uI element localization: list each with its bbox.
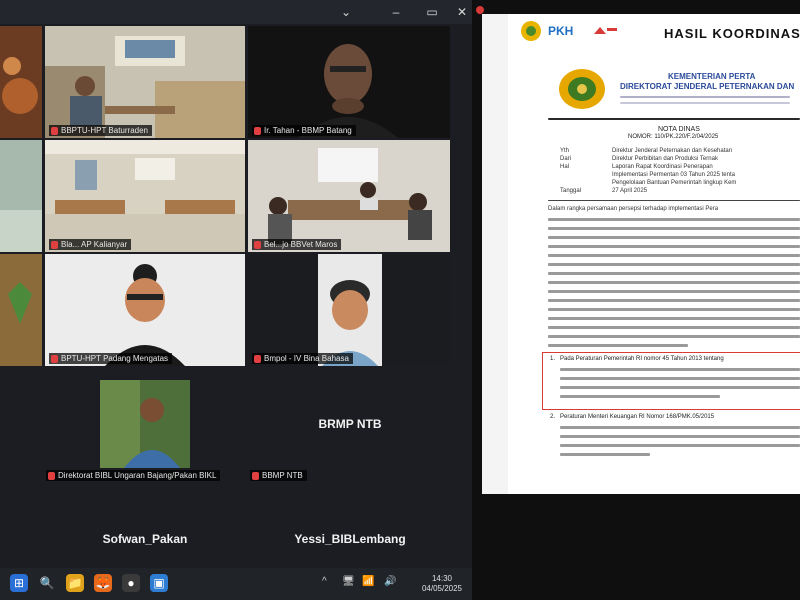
- nota-number: NOMOR: 110/PK.220/F.2/04/2025: [628, 134, 719, 140]
- ministry-logo-icon: [521, 21, 541, 41]
- video-tile-partial: [0, 26, 42, 138]
- mic-muted-icon: [51, 354, 58, 363]
- video-tile[interactable]: BBPTU-HPT Baturraden: [45, 26, 245, 138]
- pkh-logo: PKH: [548, 24, 574, 38]
- participant-label: BBPTU-HPT Baturraden: [49, 125, 152, 136]
- classroom-image: [45, 140, 245, 252]
- room-image: [0, 140, 42, 252]
- mic-muted-icon: [51, 126, 58, 135]
- participant-label: Bla... AP Kalianyar: [49, 239, 132, 250]
- volume-icon[interactable]: 🔊: [384, 576, 396, 587]
- directorate-seal-icon: [559, 69, 605, 109]
- nota-title: NOTA DINAS: [658, 126, 700, 133]
- avatar-image: [45, 254, 245, 366]
- video-tile-partial: [0, 140, 42, 252]
- field-value: Implementasi Permentan 03 Tahun 2025 ten…: [612, 172, 735, 178]
- tray-chevron-icon[interactable]: ^: [322, 576, 327, 587]
- field-value: Direktur Perbibitan dan Produksi Ternak: [612, 156, 718, 162]
- mic-muted-icon: [254, 126, 261, 135]
- display-icon[interactable]: 🖥: [342, 576, 355, 587]
- folder-icon[interactable]: 📁: [66, 574, 84, 592]
- field-key: Yth: [560, 148, 570, 154]
- chevron-down-icon[interactable]: ⌄: [338, 4, 354, 20]
- maximize-icon[interactable]: ▭: [424, 4, 440, 20]
- participant-name: Yessi_BIBLembang: [294, 532, 406, 546]
- directorate-name: DIREKTORAT JENDERAL PETERNAKAN DAN: [620, 82, 795, 91]
- list-item-text: Pada Peraturan Pemerintah RI nomor 45 Ta…: [560, 356, 724, 362]
- mic-muted-icon: [51, 240, 58, 249]
- chrome-icon[interactable]: ●: [122, 574, 140, 592]
- participant-name: BRMP NTB: [318, 417, 382, 431]
- mic-muted-icon: [48, 471, 55, 480]
- document-header-title: HASIL KOORDINAS: [664, 26, 800, 41]
- event-logo-icon: [592, 24, 618, 38]
- zoom-icon[interactable]: ▣: [150, 574, 168, 592]
- list-number: 2.: [550, 414, 556, 420]
- start-icon[interactable]: ⊞: [10, 574, 28, 592]
- decor-flower-image: [0, 26, 42, 138]
- field-value: 27 April 2025: [612, 188, 648, 194]
- participant-label: BPTU-HPT Padang Mengatas: [49, 353, 173, 364]
- clock-time: 14:30: [431, 574, 453, 583]
- clock[interactable]: 14:30 04/05/2025: [420, 574, 464, 594]
- video-tile[interactable]: Ir. Tahan - BBMP Batang: [248, 26, 450, 138]
- shared-document: PKH HASIL KOORDINAS KEMENTERIAN PERTA DI…: [508, 14, 800, 494]
- paragraph-lead: Dalam rangka persamaan persepsi terhadap…: [548, 206, 719, 212]
- participant-label: BBMP NTB: [250, 470, 307, 481]
- field-key: Dari: [560, 156, 572, 162]
- video-tile[interactable]: [100, 380, 190, 468]
- list-number: 1.: [550, 356, 556, 362]
- participant-name: Sofwan_Pakan: [102, 532, 188, 546]
- participant-label: Bmpol - IV Bina Bahasa: [252, 353, 353, 364]
- video-tile[interactable]: Bla... AP Kalianyar: [45, 140, 245, 252]
- video-tile[interactable]: BPTU-HPT Padang Mengatas: [45, 254, 245, 366]
- participant-video-image: [100, 380, 190, 468]
- field-key: Tanggal: [560, 188, 582, 194]
- ministry-name: KEMENTERIAN PERTA: [668, 72, 756, 81]
- firefox-icon[interactable]: 🦊: [94, 574, 112, 592]
- field-value: Laporan Rapat Koordinasi Penerapan: [612, 164, 713, 170]
- avatar-image: [248, 254, 450, 366]
- office-room-image: [45, 26, 245, 138]
- list-item-text: Peraturan Menteri Keuangan RI Nomor 168/…: [560, 414, 715, 420]
- mic-muted-icon: [254, 240, 261, 249]
- field-value: Direktur Jenderal Peternakan dan Kesehat…: [612, 148, 733, 154]
- document-margin: [482, 14, 508, 494]
- search-icon[interactable]: 🔍: [38, 574, 56, 592]
- video-tile-partial: [0, 254, 42, 366]
- meeting-room-image: [248, 140, 450, 252]
- mic-muted-icon: [254, 354, 261, 363]
- participant-label: Ir. Tahan - BBMP Batang: [252, 125, 356, 136]
- record-indicator-icon: [476, 6, 484, 14]
- minimize-icon[interactable]: –: [388, 4, 404, 20]
- close-icon[interactable]: ✕: [454, 4, 470, 20]
- wifi-icon[interactable]: 📶: [362, 576, 374, 587]
- banner-image: [0, 254, 42, 366]
- field-key: Hal: [560, 164, 570, 170]
- participant-label: Bel...jo BBVet Maros: [252, 239, 342, 250]
- video-tile[interactable]: Bmpol - IV Bina Bahasa: [248, 254, 450, 366]
- mic-muted-icon: [252, 471, 259, 480]
- clock-date: 04/05/2025: [421, 584, 463, 593]
- participant-label: Direktorat BIBL Ungaran Bajang/Pakan BIK…: [46, 470, 221, 481]
- video-tile[interactable]: Bel...jo BBVet Maros: [248, 140, 450, 252]
- participant-portrait-image: [248, 26, 450, 138]
- field-value: Pengelolaan Bantuan Pemerintah lingkup K…: [612, 180, 737, 186]
